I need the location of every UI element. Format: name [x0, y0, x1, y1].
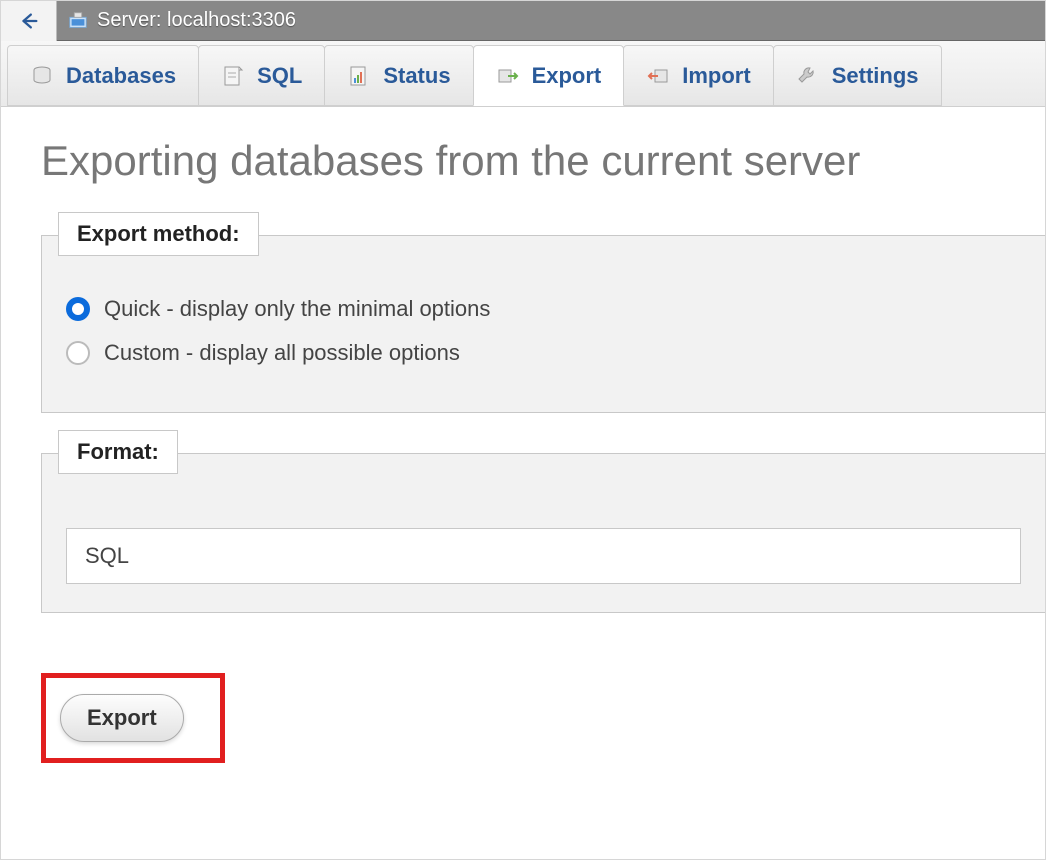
tab-databases[interactable]: Databases [7, 45, 199, 106]
back-button[interactable] [1, 1, 57, 41]
tab-status[interactable]: Status [324, 45, 473, 106]
export-button[interactable]: Export [60, 694, 184, 742]
tab-label: SQL [257, 63, 302, 89]
wrench-icon [796, 64, 820, 88]
export-method-fieldset: Export method: Quick - display only the … [41, 235, 1045, 413]
format-legend: Format: [58, 430, 178, 474]
radio-label: Custom - display all possible options [104, 340, 460, 366]
tab-label: Status [383, 63, 450, 89]
radio-label: Quick - display only the minimal options [104, 296, 490, 322]
format-selected: SQL [85, 543, 129, 568]
page-title: Exporting databases from the current ser… [41, 137, 1045, 185]
status-icon [347, 64, 371, 88]
export-method-legend: Export method: [58, 212, 259, 256]
database-icon [30, 64, 54, 88]
export-icon [496, 64, 520, 88]
radio-icon [66, 341, 90, 365]
tab-strip: Databases SQL Status Export Import [1, 41, 1045, 107]
server-label: Server: localhost:3306 [97, 9, 296, 32]
tab-label: Export [532, 63, 602, 89]
radio-custom[interactable]: Custom - display all possible options [66, 340, 1021, 366]
tab-export[interactable]: Export [473, 45, 625, 106]
radio-icon [66, 297, 90, 321]
import-icon [646, 64, 670, 88]
export-button-highlight: Export [41, 673, 225, 763]
sql-icon [221, 64, 245, 88]
radio-quick[interactable]: Quick - display only the minimal options [66, 296, 1021, 322]
format-fieldset: Format: SQL [41, 453, 1045, 613]
tab-label: Settings [832, 63, 919, 89]
server-bar: Server: localhost:3306 [1, 1, 1045, 41]
tab-label: Databases [66, 63, 176, 89]
tab-import[interactable]: Import [623, 45, 773, 106]
tab-sql[interactable]: SQL [198, 45, 325, 106]
arrow-left-icon [18, 10, 40, 32]
main-content: Exporting databases from the current ser… [1, 107, 1045, 763]
tab-label: Import [682, 63, 750, 89]
format-select[interactable]: SQL [66, 528, 1021, 584]
tab-settings[interactable]: Settings [773, 45, 942, 106]
server-icon [67, 10, 89, 32]
